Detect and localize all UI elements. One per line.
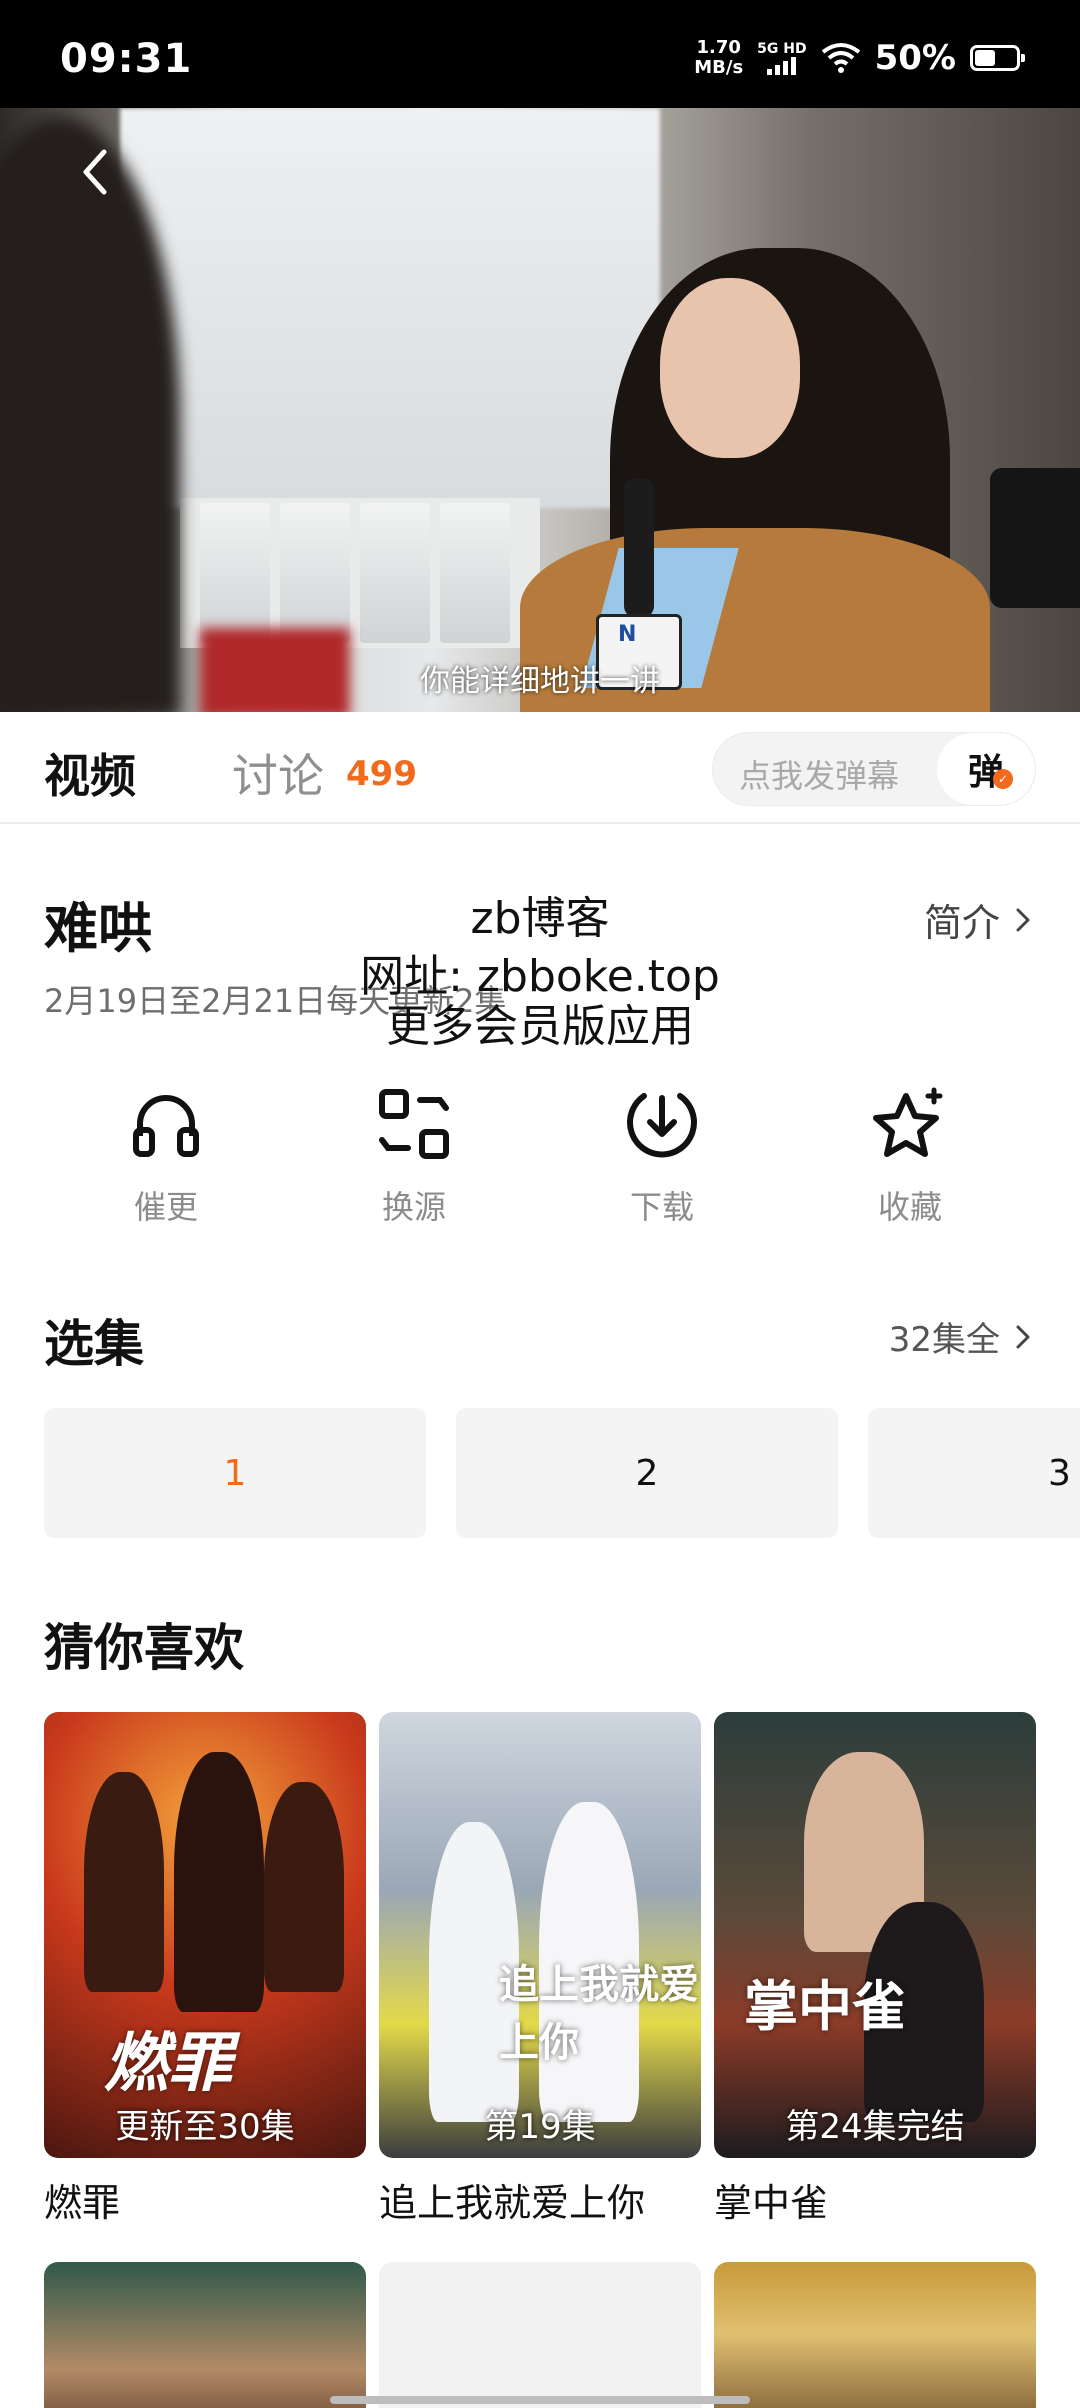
- video-scene-box: [360, 503, 430, 643]
- signal-icon: [767, 57, 797, 75]
- video-scene-box: [200, 503, 270, 643]
- battery-percent: 50%: [874, 38, 956, 78]
- battery-icon: [970, 45, 1025, 71]
- network-speed-value: 1.70: [696, 37, 741, 58]
- wifi-icon: [821, 43, 860, 73]
- action-label: 下载: [629, 1188, 694, 1226]
- video-scene-box: [440, 503, 510, 643]
- episode-button[interactable]: 3: [868, 1408, 1080, 1538]
- episodes-total: 32集全: [888, 1320, 1000, 1360]
- recommend-name: 追上我就爱上你: [379, 2181, 646, 2225]
- video-scene: [120, 108, 660, 508]
- network-type: 5G HD: [757, 41, 807, 75]
- video-scene-mic-handle: [624, 478, 654, 618]
- headphones-icon: [133, 1095, 199, 1157]
- chevron-right-icon: [1016, 1325, 1030, 1348]
- video-scene-box: [280, 503, 350, 643]
- poster-logo: 追上我就爱上你: [499, 1961, 699, 2066]
- action-label: 换源: [381, 1188, 446, 1226]
- action-favorite[interactable]: 收藏: [810, 1084, 1010, 1228]
- video-subtitle: 你能详细地讲一讲: [420, 664, 660, 699]
- video-scene-mic-logo: N: [618, 622, 637, 647]
- recommend-card[interactable]: 燃罪 更新至30集 燃罪: [44, 1712, 366, 2227]
- poster-logo: 燃罪: [104, 2026, 232, 2101]
- poster-figure: [174, 1752, 264, 2012]
- episode-list: 1 2 3: [44, 1408, 1080, 1538]
- discuss-count-badge[interactable]: 499: [346, 754, 417, 794]
- home-indicator[interactable]: [330, 2396, 750, 2404]
- watermark-line: zb博客: [470, 893, 610, 944]
- poster-badge: 第24集完结: [785, 2107, 965, 2147]
- action-switch-source[interactable]: 换源: [314, 1084, 514, 1228]
- poster-badge: 更新至30集: [115, 2107, 295, 2147]
- video-scene-camera: [990, 468, 1080, 608]
- status-indicators: 1.70 MB/s 5G HD 50%: [694, 38, 1025, 78]
- network-speed: 1.70 MB/s: [694, 38, 743, 78]
- video-scene-face: [660, 278, 800, 458]
- download-icon: [627, 1093, 697, 1158]
- action-label: 收藏: [877, 1188, 942, 1226]
- tab-video[interactable]: 视频: [44, 740, 136, 806]
- recommend-card[interactable]: 追上我就爱上你 第19集 追上我就爱上你: [379, 1712, 701, 2227]
- action-label: 催更: [133, 1188, 198, 1226]
- episodes-title: 选集: [44, 1315, 144, 1373]
- poster-badge: 第19集: [484, 2107, 596, 2147]
- danmaku-placeholder: 点我发弹幕: [739, 757, 900, 795]
- recommend-card-partial[interactable]: [714, 2262, 1036, 2408]
- check-icon: ✓: [993, 769, 1013, 789]
- danmaku-toggle-button[interactable]: 弹 ✓: [937, 733, 1035, 805]
- poster-image: 燃罪 更新至30集: [44, 1712, 366, 2158]
- poster-figure: [84, 1772, 164, 1992]
- network-speed-unit: MB/s: [694, 57, 744, 78]
- video-player[interactable]: N 你能详细地讲一讲: [0, 108, 1080, 712]
- recommend-card[interactable]: 掌中雀 第24集完结 掌中雀: [714, 1712, 1036, 2227]
- network-type-label: 5G HD: [757, 41, 807, 57]
- status-time: 09:31: [60, 36, 193, 82]
- episode-button[interactable]: 2: [456, 1408, 838, 1538]
- status-bar: 09:31 1.70 MB/s 5G HD 50%: [0, 0, 1080, 108]
- poster-figure: [264, 1782, 344, 1992]
- recommend-title: 猜你喜欢: [44, 1619, 244, 1677]
- recommend-card-placeholder[interactable]: [379, 2262, 701, 2408]
- action-download[interactable]: 下载: [562, 1084, 762, 1228]
- watermark-line: 更多会员版应用: [386, 1001, 694, 1052]
- content-tabs: 视频 讨论 499 点我发弹幕 弹 ✓: [0, 712, 1080, 824]
- tab-discuss[interactable]: 讨论: [232, 740, 324, 806]
- poster-image: 掌中雀 第24集完结: [714, 1712, 1036, 2158]
- recommend-card-partial[interactable]: [44, 2262, 366, 2408]
- switch-source-icon: [379, 1089, 449, 1159]
- poster-image: 追上我就爱上你 第19集: [379, 1712, 701, 2158]
- episode-button[interactable]: 1: [44, 1408, 426, 1538]
- recommend-name: 燃罪: [44, 2181, 121, 2225]
- recommend-name: 掌中雀: [714, 2181, 829, 2225]
- action-row: 催更 换源 下载 收藏: [0, 1084, 1080, 1244]
- danmaku-input[interactable]: 点我发弹幕 弹 ✓: [712, 732, 1036, 806]
- poster-logo: 掌中雀: [744, 1974, 906, 2038]
- back-icon[interactable]: [70, 144, 126, 200]
- action-urge-update[interactable]: 催更: [66, 1084, 266, 1228]
- star-icon: [873, 1087, 943, 1157]
- episodes-all-link[interactable]: 32集全: [889, 1312, 1036, 1361]
